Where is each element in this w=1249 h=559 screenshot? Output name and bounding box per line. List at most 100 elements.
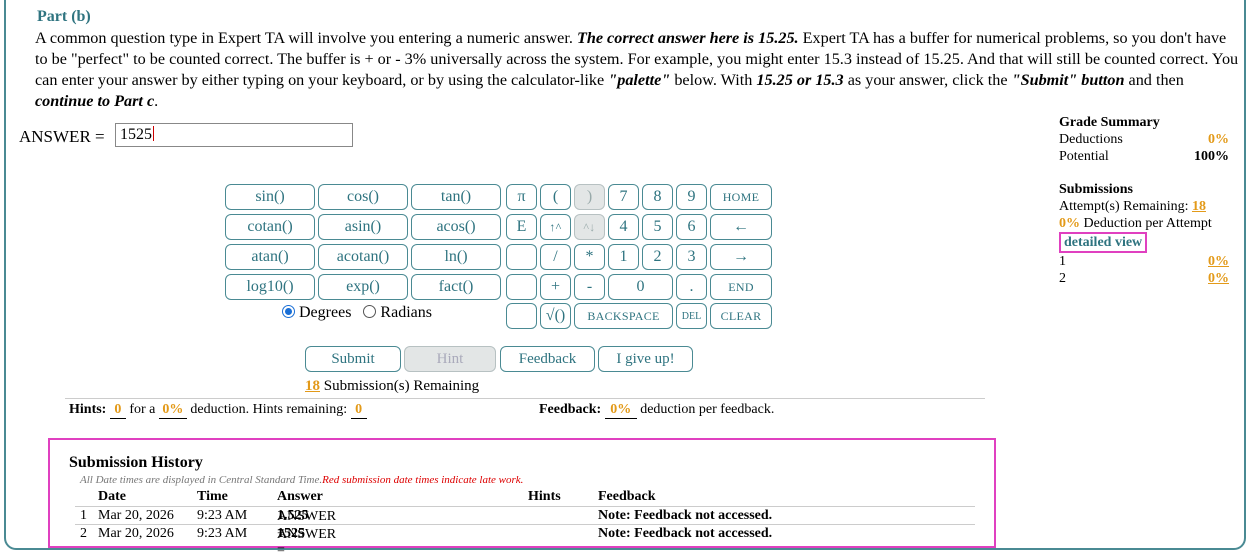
give-up-button[interactable]: I give up! <box>598 346 693 372</box>
detailed-view-link[interactable]: detailed view <box>1059 232 1148 253</box>
palette-acos-button[interactable]: acos() <box>411 214 501 240</box>
grade-summary-title: Grade Summary <box>1059 115 1160 130</box>
palette-multiply-button[interactable]: * <box>574 244 605 270</box>
palette-blank-button[interactable] <box>506 274 537 300</box>
row-number: 1 <box>80 508 87 523</box>
row-time: 9:23 AM <box>197 508 248 523</box>
table-row: 1 Mar 20, 2026 9:23 AM ANSWER = 1.525 No… <box>75 506 975 540</box>
palette-clear-button[interactable]: CLEAR <box>710 303 772 329</box>
answer-input[interactable]: 1525 <box>115 123 353 147</box>
palette-asin-button[interactable]: asin() <box>318 214 408 240</box>
palette-del-button[interactable]: DEL <box>676 303 707 329</box>
grade-summary: Grade Summary Deductions 0% Potential 100%… <box>1059 115 1229 287</box>
palette-digit-2-button[interactable]: 2 <box>642 244 673 270</box>
instruction-segment: continue to Part c <box>35 92 155 110</box>
col-hints: Hints <box>528 489 561 504</box>
palette-sqrt-button[interactable]: √() <box>540 303 571 329</box>
instruction-segment: . <box>154 92 159 110</box>
palette-digit-3-button[interactable]: 3 <box>676 244 707 270</box>
attempts-value: 18 <box>1191 199 1206 214</box>
palette-divide-button[interactable]: / <box>540 244 571 270</box>
palette-left-arrow-button[interactable]: ← <box>710 214 772 240</box>
palette-tan-button[interactable]: tan() <box>411 184 501 210</box>
divider <box>65 398 985 399</box>
palette-pi-button[interactable]: π <box>506 184 537 210</box>
hints-count: 0 <box>109 402 126 419</box>
palette-exp-button[interactable]: exp() <box>318 274 408 300</box>
palette-open-paren-button[interactable]: ( <box>540 184 571 210</box>
row-answer: ANSWER = 1.525 <box>277 508 336 540</box>
palette-acotan-button[interactable]: acotan() <box>318 244 408 270</box>
palette-minus-button[interactable]: - <box>574 274 605 300</box>
col-date: Date <box>98 489 126 504</box>
palette-log10-button[interactable]: log10() <box>225 274 315 300</box>
attempt-number: 2 <box>1059 271 1066 286</box>
instruction-segment: "palette" <box>608 71 671 89</box>
palette-cotan-button[interactable]: cotan() <box>225 214 315 240</box>
hints-label: Hints: <box>69 402 107 417</box>
col-feedback: Feedback <box>598 489 656 504</box>
palette-digit-6-button[interactable]: 6 <box>676 214 707 240</box>
hints-info: Hints: 0 for a 0% deduction. Hints remai… <box>69 402 367 419</box>
palette-fact-button[interactable]: fact() <box>411 274 501 300</box>
palette-backspace-button[interactable]: BACKSPACE <box>574 303 673 329</box>
instruction-segment: A common question type in Expert TA will… <box>35 29 577 47</box>
palette-home-button[interactable]: HOME <box>710 184 772 210</box>
palette-digit-7-button[interactable]: 7 <box>608 184 639 210</box>
timezone-note-text: All Date times are displayed in Central … <box>80 474 323 486</box>
palette-digit-0-button[interactable]: 0 <box>608 274 673 300</box>
palette-blank-button[interactable] <box>506 244 537 270</box>
submissions-title: Submissions <box>1059 182 1133 197</box>
palette-e-button[interactable]: E <box>506 214 537 240</box>
attempt-pct: 0% <box>1208 271 1229 286</box>
deductions-label: Deductions <box>1059 132 1123 147</box>
remaining-text: Submission(s) Remaining <box>323 378 480 394</box>
row-date: Mar 20, 2026 <box>98 508 174 523</box>
palette-end-button[interactable]: END <box>710 274 772 300</box>
submission-history-title: Submission History <box>69 454 203 471</box>
instruction-segment: "Submit" button <box>1011 71 1125 89</box>
palette-superscript-button[interactable]: ↑^ <box>540 214 571 240</box>
instruction-segment: The correct answer here is 15.25. <box>576 29 799 47</box>
instruction-segment: below. With <box>670 71 757 89</box>
attempt-number: 1 <box>1059 254 1066 269</box>
palette-digit-8-button[interactable]: 8 <box>642 184 673 210</box>
submit-button[interactable]: Submit <box>305 346 401 372</box>
palette-close-paren-button[interactable]: ) <box>574 184 605 210</box>
hint-button[interactable]: Hint <box>404 346 496 372</box>
palette-cos-button[interactable]: cos() <box>318 184 408 210</box>
feedback-deduction: 0% <box>604 402 637 419</box>
radians-label: Radians <box>380 304 432 321</box>
palette-plus-button[interactable]: + <box>540 274 571 300</box>
radians-radio[interactable] <box>363 305 377 318</box>
deduction-per-attempt-text: Deduction per Attempt <box>1083 216 1212 231</box>
row-date: Mar 20, 2026 <box>98 526 174 541</box>
palette-ln-button[interactable]: ln() <box>411 244 501 270</box>
remaining-count: 18 <box>305 378 320 394</box>
degrees-label: Degrees <box>299 304 352 321</box>
potential-value: 100% <box>1194 149 1229 164</box>
palette-decimal-button[interactable]: . <box>676 274 707 300</box>
palette-digit-5-button[interactable]: 5 <box>642 214 673 240</box>
palette-subscript-button[interactable]: ^↓ <box>574 214 605 240</box>
row-answer: ANSWER = 1525 <box>277 526 336 558</box>
palette-blank-button[interactable] <box>506 303 537 329</box>
instruction-segment: as your answer, click the <box>843 71 1012 89</box>
table-row: 2 Mar 20, 2026 9:23 AM ANSWER = 1525 Not… <box>75 524 975 558</box>
row-number: 2 <box>80 526 87 541</box>
palette-digit-4-button[interactable]: 4 <box>608 214 639 240</box>
hints-for-a: for a <box>129 402 156 417</box>
palette-sin-button[interactable]: sin() <box>225 184 315 210</box>
potential-label: Potential <box>1059 149 1109 164</box>
palette-atan-button[interactable]: atan() <box>225 244 315 270</box>
palette-digit-9-button[interactable]: 9 <box>676 184 707 210</box>
palette-digit-1-button[interactable]: 1 <box>608 244 639 270</box>
palette-right-arrow-button[interactable]: → <box>710 244 772 270</box>
feedback-button[interactable]: Feedback <box>500 346 595 372</box>
col-answer: Answer <box>277 489 323 504</box>
answer-value: 1525 <box>120 126 152 143</box>
late-note: Red submission date times indicate late … <box>322 474 524 486</box>
degrees-radio[interactable] <box>282 305 295 318</box>
row-feedback: Note: Feedback not accessed. <box>598 508 773 523</box>
answer-label: ANSWER = <box>19 127 105 146</box>
